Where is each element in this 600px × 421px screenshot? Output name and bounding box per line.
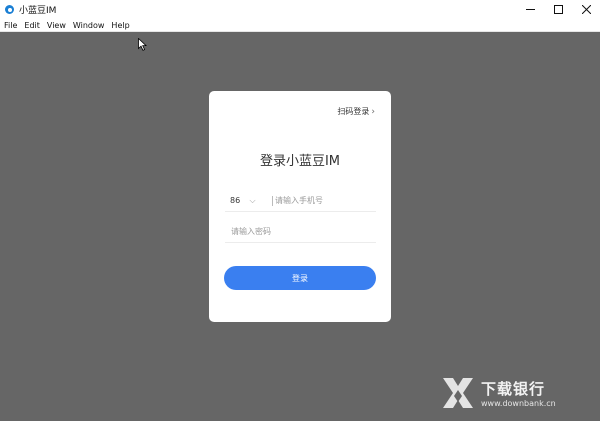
close-button[interactable] (572, 0, 600, 19)
phone-input[interactable] (273, 191, 376, 210)
chevron-right-icon: › (371, 106, 375, 117)
menu-edit[interactable]: Edit (24, 21, 40, 30)
watermark-name: 下载银行 (481, 380, 546, 398)
login-button[interactable]: 登录 (224, 266, 376, 290)
minimize-button[interactable] (516, 0, 544, 19)
minimize-icon (525, 9, 535, 10)
window-controls (516, 0, 600, 19)
maximize-icon (553, 5, 563, 14)
menu-view[interactable]: View (47, 21, 66, 30)
title-bar: 小蓝豆IM (0, 0, 600, 19)
app-logo-icon (5, 5, 14, 14)
chevron-down-icon[interactable]: ⌵ (249, 196, 264, 206)
mouse-cursor-icon (138, 38, 147, 51)
window-title: 小蓝豆IM (19, 6, 57, 16)
phone-row: 86 ⌵ (225, 190, 376, 212)
menu-help[interactable]: Help (111, 21, 129, 30)
qr-login-label: 扫码登录 (337, 107, 370, 116)
watermark-text: 下载银行 www.downbank.cn (481, 378, 556, 408)
password-row (225, 221, 376, 243)
watermark-logo-icon (443, 378, 473, 408)
watermark-url: www.downbank.cn (481, 399, 556, 408)
password-input[interactable] (225, 222, 376, 241)
close-icon (581, 5, 591, 14)
login-title: 登录小蓝豆IM (259, 154, 341, 169)
qr-login-link[interactable]: 扫码登录 › (337, 106, 375, 117)
input-caret (272, 195, 273, 206)
menu-file[interactable]: File (4, 21, 17, 30)
menu-bar: File Edit View Window Help (0, 19, 600, 32)
menu-window[interactable]: Window (73, 21, 105, 30)
country-code-select[interactable]: 86 (230, 196, 249, 205)
maximize-button[interactable] (544, 0, 572, 19)
watermark: 下载银行 www.downbank.cn (441, 376, 556, 410)
login-card: 扫码登录 › 登录小蓝豆IM 86 ⌵ 登录 (209, 91, 391, 322)
